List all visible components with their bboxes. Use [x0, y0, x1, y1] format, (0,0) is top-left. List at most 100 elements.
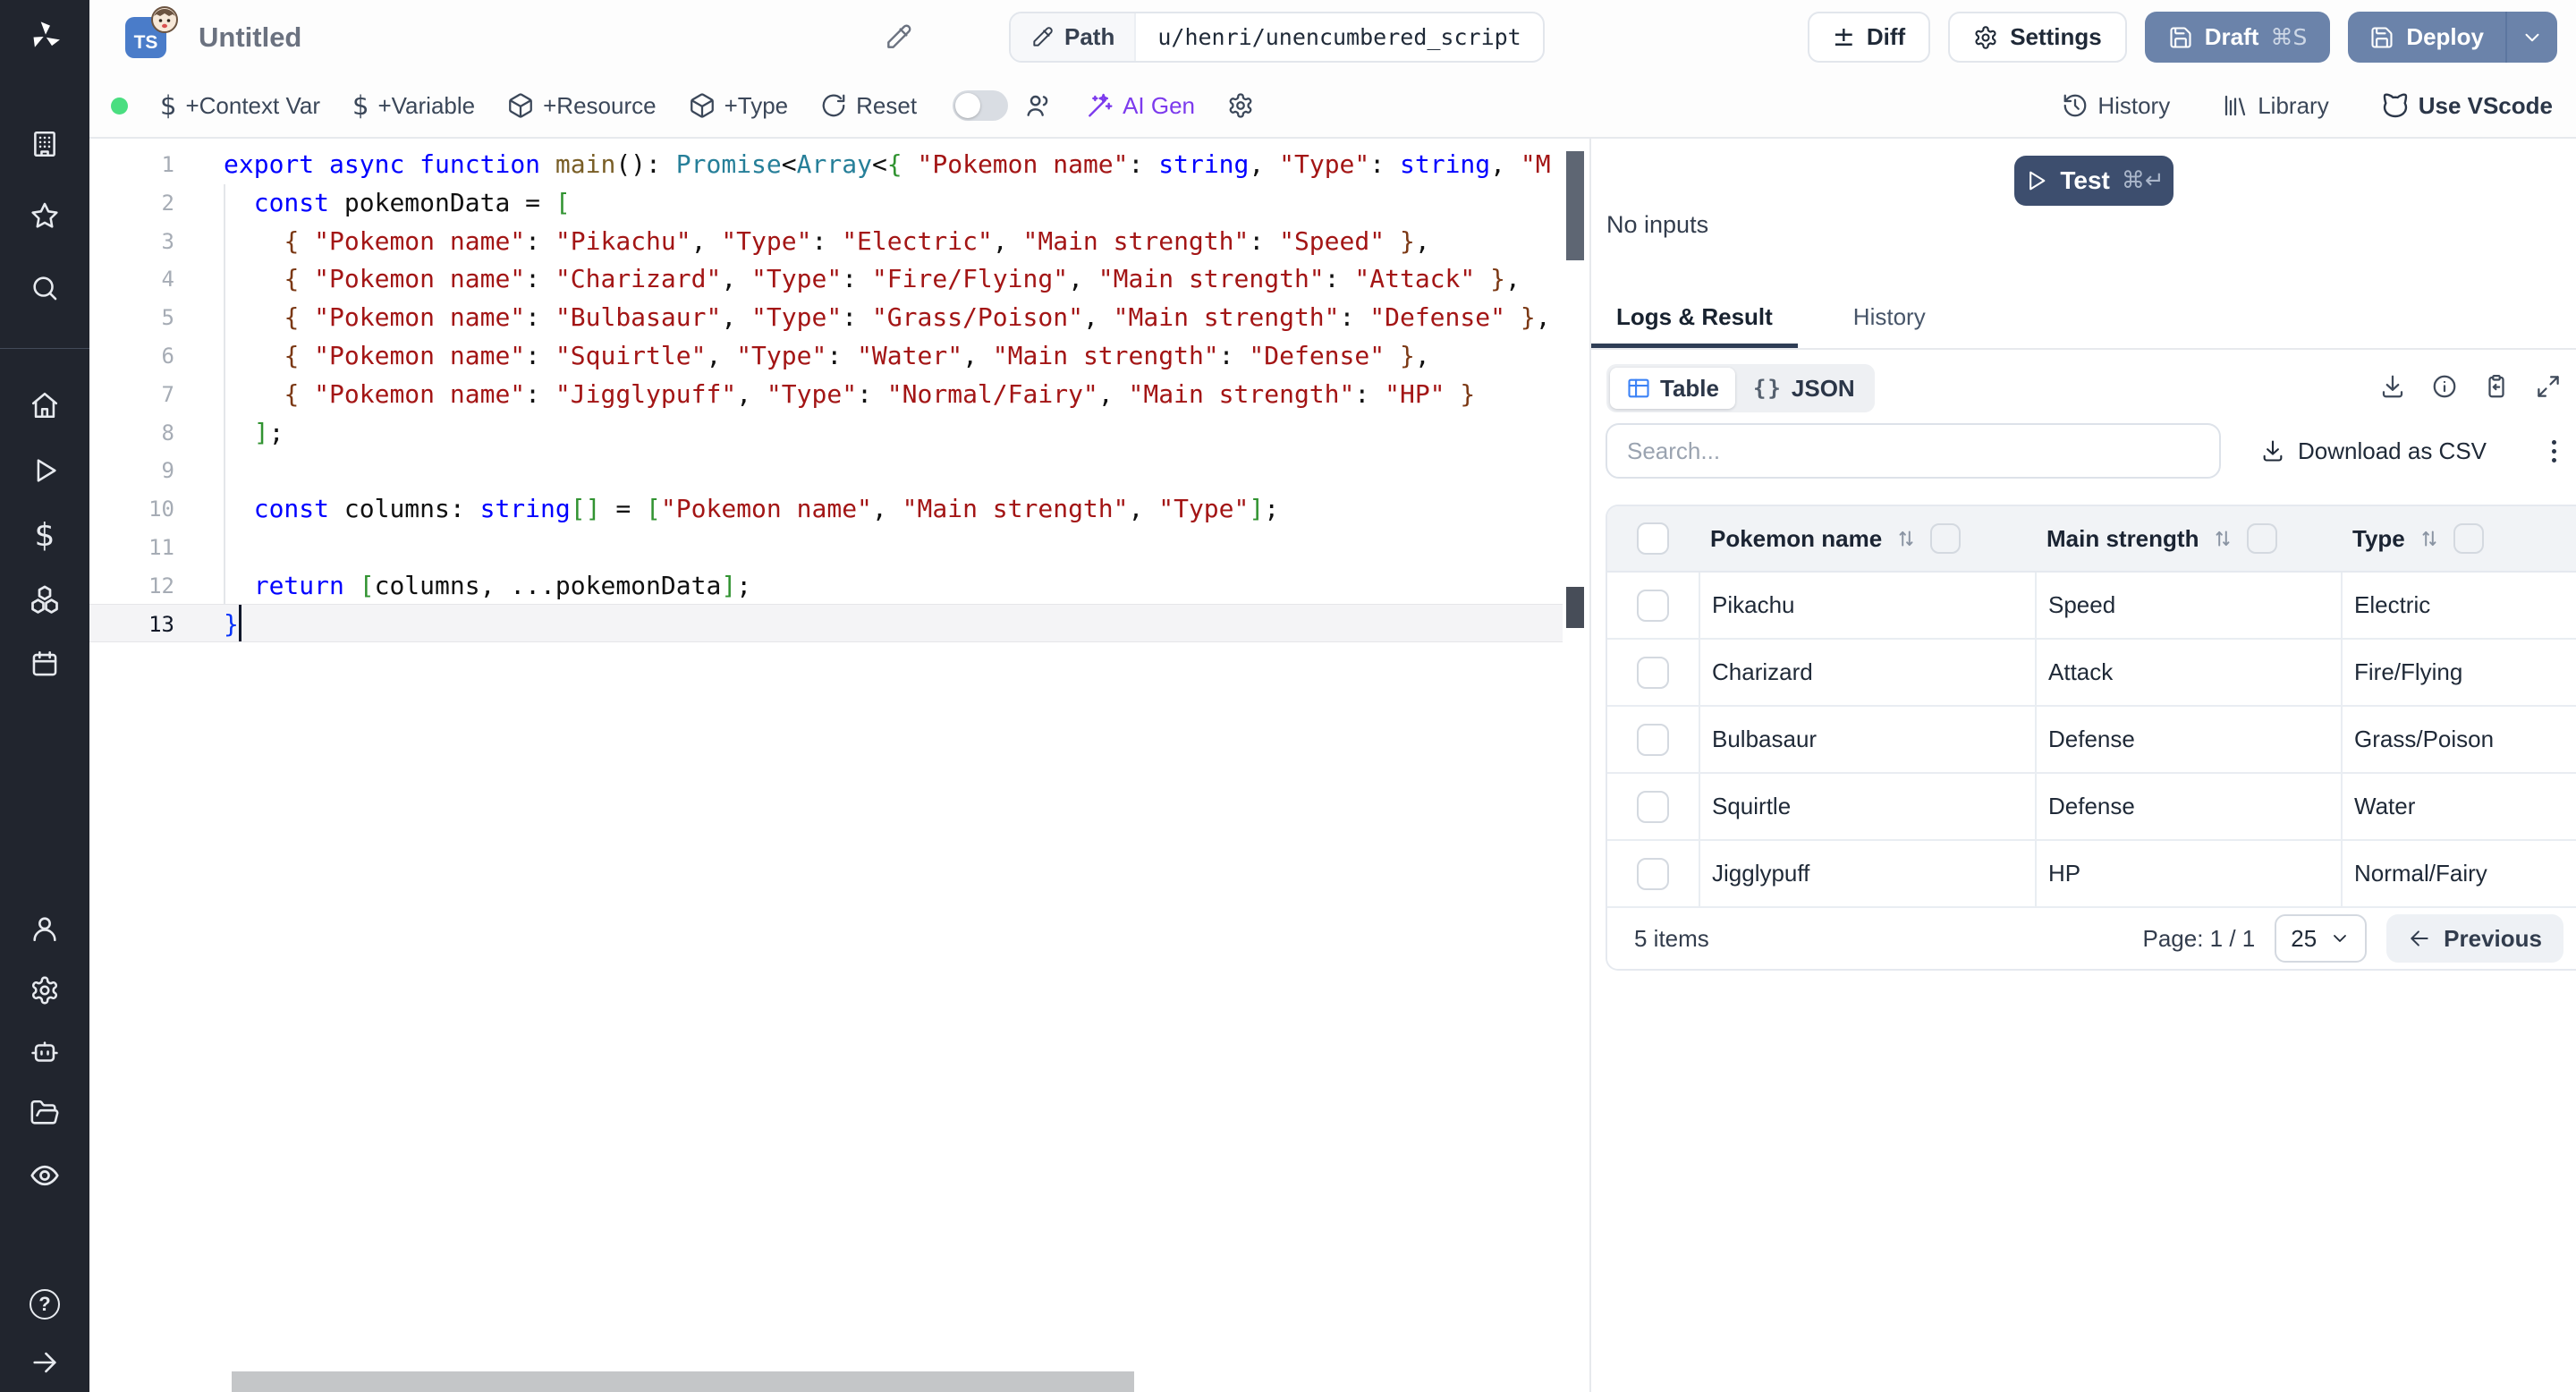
expand-sidebar-arrow-icon[interactable] — [0, 1343, 89, 1382]
column-header-pokemon-name: Pokemon name — [1710, 524, 1883, 552]
package-icon — [509, 93, 532, 118]
cat-icon — [2383, 93, 2407, 118]
previous-page-button[interactable]: Previous — [2386, 914, 2563, 963]
column-header-main-strength: Main strength — [2046, 524, 2199, 552]
sort-icon[interactable] — [2418, 527, 2441, 550]
editor-settings-gear-icon[interactable] — [1227, 92, 1254, 119]
test-shortcut: ⌘↵ — [2121, 167, 2165, 194]
package-icon — [690, 93, 714, 118]
test-button[interactable]: Test ⌘↵ — [2014, 156, 2174, 206]
top-bar: TS Untitled Path u/henri/unencumbered_sc… — [89, 0, 2576, 74]
chevron-down-icon — [2334, 935, 2347, 942]
magic-wand-icon — [1089, 93, 1113, 117]
tab-history[interactable]: History — [1828, 298, 1951, 348]
play-icon — [2029, 171, 2046, 191]
audit-eye-icon[interactable] — [0, 1156, 89, 1195]
table-icon — [1628, 378, 1649, 398]
pencil-icon — [1033, 26, 1053, 47]
tab-logs-result[interactable]: Logs & Result — [1591, 298, 1798, 348]
expand-icon[interactable] — [2535, 373, 2562, 400]
variables-dollar-icon[interactable]: $ — [0, 515, 89, 555]
history-button[interactable]: History — [2062, 91, 2170, 120]
settings-gear-icon[interactable] — [0, 971, 89, 1010]
add-context-var-button[interactable]: $ +Context Var — [160, 90, 320, 121]
line-numbers: 1 2 3 4 5 6 7 8 9 10 11 12 13 — [148, 152, 174, 637]
runs-play-icon[interactable] — [0, 451, 89, 490]
left-sidebar: $ ? — [0, 0, 89, 1392]
row-checkbox[interactable] — [1637, 790, 1669, 823]
workers-robot-icon[interactable] — [0, 1033, 89, 1073]
path-field[interactable]: Path u/henri/unencumbered_script — [1009, 12, 1545, 63]
row-checkbox[interactable] — [1637, 857, 1669, 890]
search-icon[interactable] — [0, 268, 89, 308]
windmill-logo[interactable] — [0, 18, 89, 54]
page-size-select[interactable]: 25 — [2275, 914, 2368, 963]
braces-icon: {} — [1752, 376, 1783, 401]
home-icon[interactable] — [0, 386, 89, 425]
code-lines[interactable]: export async function main(): Promise<Ar… — [224, 146, 1559, 643]
column-toggle[interactable] — [2453, 523, 2484, 554]
table-row: Jigglypuff HP Normal/Fairy — [1607, 841, 2576, 908]
info-icon[interactable] — [2431, 373, 2458, 400]
result-table: Pokemon name Main strength Type Pikachu … — [1606, 505, 2576, 971]
more-options-kebab-icon[interactable] — [2546, 435, 2562, 468]
run-result-panel: Test ⌘↵ No inputs Logs & Result History … — [1591, 139, 2576, 1392]
sort-icon[interactable] — [1894, 527, 1918, 550]
sort-icon[interactable] — [2211, 527, 2234, 550]
view-json-option[interactable]: {} JSON — [1737, 368, 1871, 409]
add-variable-button[interactable]: $ +Variable — [352, 90, 475, 121]
draft-button[interactable]: Draft ⌘S — [2144, 12, 2331, 63]
table-row: Charizard Attack Fire/Flying — [1607, 640, 2576, 707]
multiplayer-users-icon[interactable] — [1024, 91, 1053, 120]
help-icon[interactable]: ? — [0, 1285, 89, 1324]
settings-button[interactable]: Settings — [1948, 12, 2127, 63]
library-button[interactable]: Library — [2222, 91, 2329, 120]
workspace-building-icon[interactable] — [0, 124, 89, 164]
history-clock-icon — [2063, 94, 2087, 117]
ai-gen-button[interactable]: AI Gen — [1085, 91, 1195, 120]
download-csv-button[interactable]: Download as CSV — [2260, 437, 2487, 465]
table-footer: 5 items Page: 1 / 1 25 Previous — [1607, 908, 2576, 969]
search-input[interactable] — [1606, 423, 2221, 479]
dollar-icon: $ — [160, 90, 177, 121]
collab-toggle[interactable] — [953, 90, 1009, 121]
save-icon — [2170, 26, 2191, 48]
select-all-checkbox[interactable] — [1637, 522, 1669, 555]
deploy-dropdown-button[interactable] — [2505, 12, 2557, 63]
download-icon — [2263, 440, 2283, 462]
column-toggle[interactable] — [2247, 523, 2278, 554]
deploy-button[interactable]: Deploy — [2348, 12, 2505, 63]
gear-icon — [1975, 25, 1996, 49]
row-checkbox[interactable] — [1637, 656, 1669, 689]
use-vscode-button[interactable]: Use VScode — [2381, 91, 2553, 120]
download-result-icon[interactable] — [2379, 373, 2406, 400]
user-icon[interactable] — [0, 909, 89, 948]
folders-icon[interactable] — [0, 1093, 89, 1133]
reset-button[interactable]: Reset — [820, 92, 917, 120]
column-toggle[interactable] — [1930, 523, 1962, 554]
table-row: Squirtle Defense Water — [1607, 774, 2576, 841]
code-editor[interactable]: 1 2 3 4 5 6 7 8 9 10 11 12 13 export async function … — [89, 139, 1589, 1392]
copy-result-icon[interactable] — [2483, 373, 2510, 400]
chevron-down-icon — [2525, 33, 2539, 41]
row-checkbox[interactable] — [1637, 723, 1669, 756]
deploy-button-group: Deploy — [2348, 12, 2557, 63]
row-checkbox[interactable] — [1637, 589, 1669, 622]
view-table-option[interactable]: Table — [1610, 368, 1735, 409]
arrow-left-icon — [2411, 930, 2428, 946]
edit-summary-pencil-icon[interactable] — [884, 23, 912, 52]
reset-rotate-icon — [822, 94, 845, 117]
add-type-button[interactable]: +Type — [689, 92, 788, 120]
diff-button[interactable]: ± Diff — [1807, 12, 1931, 63]
add-resource-button[interactable]: +Resource — [507, 92, 657, 120]
no-inputs-label: No inputs — [1606, 211, 1709, 238]
resources-boxes-icon[interactable] — [0, 580, 89, 619]
editor-vertical-scrollbar[interactable] — [1566, 151, 1584, 260]
diff-icon: ± — [1832, 21, 1855, 53]
path-value[interactable]: u/henri/unencumbered_script — [1136, 13, 1542, 61]
text-cursor — [239, 605, 242, 641]
editor-horizontal-scrollbar[interactable] — [232, 1371, 1134, 1392]
schedules-calendar-icon[interactable] — [0, 644, 89, 683]
table-row: Bulbasaur Defense Grass/Poison — [1607, 707, 2576, 774]
favorites-star-icon[interactable] — [0, 196, 89, 235]
